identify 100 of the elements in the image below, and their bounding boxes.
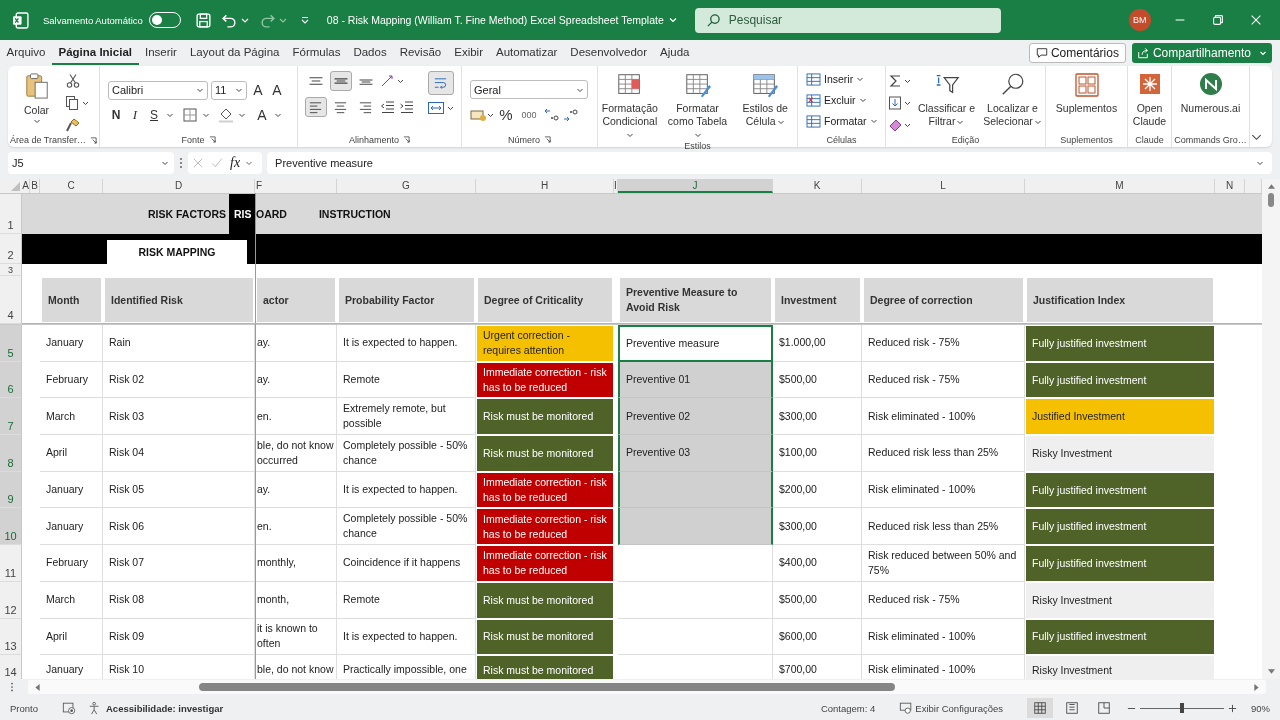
underline-button[interactable]: S [146,107,162,122]
table-cell: $400,00 [773,545,862,582]
row-number[interactable]: 3 [0,264,22,276]
percent-button[interactable]: % [497,106,515,123]
cells-button[interactable]: Inserir [806,70,865,88]
justification-cell: Risky Investment [1025,435,1215,472]
criticality-cell: Immediate correction - risk has to be reduced [476,471,614,509]
number-format-select[interactable]: Geral [470,80,588,99]
nav-link[interactable]: RIS [229,194,255,234]
bold-button[interactable]: N [108,107,124,122]
column-header[interactable]: M [1025,179,1215,193]
column-header[interactable]: F [255,179,337,193]
menu-tab[interactable]: Layout da Página [183,41,286,65]
criticality-cell: Risk must be monitored [476,655,614,679]
group-label: Alinhamento [348,134,399,145]
column-header[interactable]: N [1215,179,1245,193]
menu-tab[interactable]: Ajuda [653,41,696,65]
menu-tab[interactable]: Desenvolvedor [563,41,654,65]
row-number[interactable]: 6 [0,361,22,399]
column-header[interactable]: C [40,179,103,193]
insert-function-button[interactable]: fx [230,155,241,171]
column-header[interactable]: D [103,179,255,193]
add-ins-button[interactable]: Suplementos [1050,71,1123,115]
font-color-button[interactable]: A [254,106,270,123]
row-number[interactable]: 1 [0,194,22,234]
share-button[interactable]: Compartilhamento [1131,43,1272,63]
search-field[interactable]: Pesquisar [694,7,1001,33]
sort-filter-button[interactable]: Classificar e Filtrar [915,71,978,128]
numerous-button[interactable]: Numerous.ai [1174,71,1247,115]
grow-font-button[interactable]: A [250,82,266,98]
row-number[interactable]: 12 [0,581,22,619]
display-settings-button[interactable]: Exibir Configurações [899,701,1003,715]
menu-tab[interactable]: Dados [346,41,394,65]
table-cell: April [40,618,103,656]
column-header[interactable]: K [773,179,862,193]
table-cell: $1.000,00 [773,325,862,362]
group-label: Área de Transfer… [10,135,87,145]
header-cell: Month [40,278,103,324]
thousands-button[interactable]: 000 [518,109,540,120]
table-cell: $200,00 [773,471,862,509]
row-number[interactable]: 7 [0,398,22,436]
font-size-select[interactable]: 11 [211,80,247,100]
group-label: Claude [1135,134,1164,145]
criticality-cell: Immediate correction - risk has to be reduced [476,545,614,582]
styles-button[interactable]: Formatar como Tabela [665,71,730,141]
column-header[interactable]: G [337,179,476,193]
nav-link[interactable]: OARD [255,194,287,234]
menu-tab[interactable]: Fórmulas [286,41,347,65]
header-cell: Probability Factor [337,278,476,324]
row-number[interactable]: 10 [0,508,22,546]
styles-button[interactable]: Formatação Condicional [598,71,662,141]
cells-button[interactable]: Excluir [806,91,867,109]
justification-cell: Fully justified investment [1025,325,1215,362]
shrink-font-button[interactable]: A [269,82,285,98]
row-number[interactable]: 9 [0,471,22,509]
document-title[interactable]: 08 - Risk Mapping (William T. Fine Method) Excel Spreadsheet Template [326,14,664,26]
user-avatar[interactable]: BM [1128,9,1151,31]
row-number[interactable]: 13 [0,618,22,656]
page-tab[interactable]: RISK MAPPING [107,240,247,264]
column-header[interactable]: B [30,179,40,193]
row-number[interactable]: 2 [0,234,22,264]
header-cell: Identified Risk [103,278,255,324]
accessibility-button[interactable]: Acessibilidade: investigar [88,701,224,715]
table-cell[interactable]: Preventive measure [618,325,773,362]
cells-button[interactable]: Formatar [806,112,878,130]
table-cell: $600,00 [773,618,862,656]
row-number[interactable]: 11 [0,545,22,582]
row-number[interactable]: 5 [0,325,22,362]
table-cell[interactable]: Preventive 03 [618,435,773,472]
justification-cell: Fully justified investment [1025,508,1215,546]
menu-tab[interactable]: Revisão [393,41,448,65]
header-cell: Degree of Criticality [476,278,614,324]
italic-button[interactable]: I [127,106,143,123]
find-select-button[interactable]: Localizar e Selecionar [981,71,1044,128]
table-cell[interactable]: Preventive 02 [618,398,773,436]
styles-button[interactable]: Estilos de Célula [733,71,797,128]
column-header[interactable]: A [22,179,30,193]
zoom-level[interactable]: 90% [1251,702,1270,714]
table-cell: February [40,361,103,399]
open-claude-button[interactable]: Open Claude [1130,71,1169,128]
row-number[interactable]: 8 [0,435,22,472]
name-box[interactable]: J5 [8,152,174,174]
paste-button[interactable]: Colar [18,71,55,125]
group-label: Commands Gro… [1174,134,1247,145]
menu-tab[interactable]: Automatizar [489,41,564,65]
nav-link[interactable]: INSTRUCTION [318,194,391,234]
column-header[interactable]: L [862,179,1025,193]
menu-tab[interactable]: Inserir [138,41,184,65]
nav-link[interactable]: RISK FACTORS [22,194,229,234]
font-select[interactable]: Calibri [108,80,208,100]
menu-tab[interactable]: Arquivo [0,41,52,65]
formula-field[interactable]: Preventive measure [267,152,1272,174]
row-number[interactable]: 4 [0,276,22,324]
column-header[interactable]: J [618,179,773,193]
row-number[interactable]: 14 [0,655,22,679]
column-header[interactable]: H [476,179,614,193]
comments-button[interactable]: Comentários [1028,43,1126,63]
table-cell[interactable]: Preventive 01 [618,361,773,399]
criticality-cell: Risk must be monitored [476,398,614,436]
menu-tab[interactable]: Exibir [447,41,490,65]
